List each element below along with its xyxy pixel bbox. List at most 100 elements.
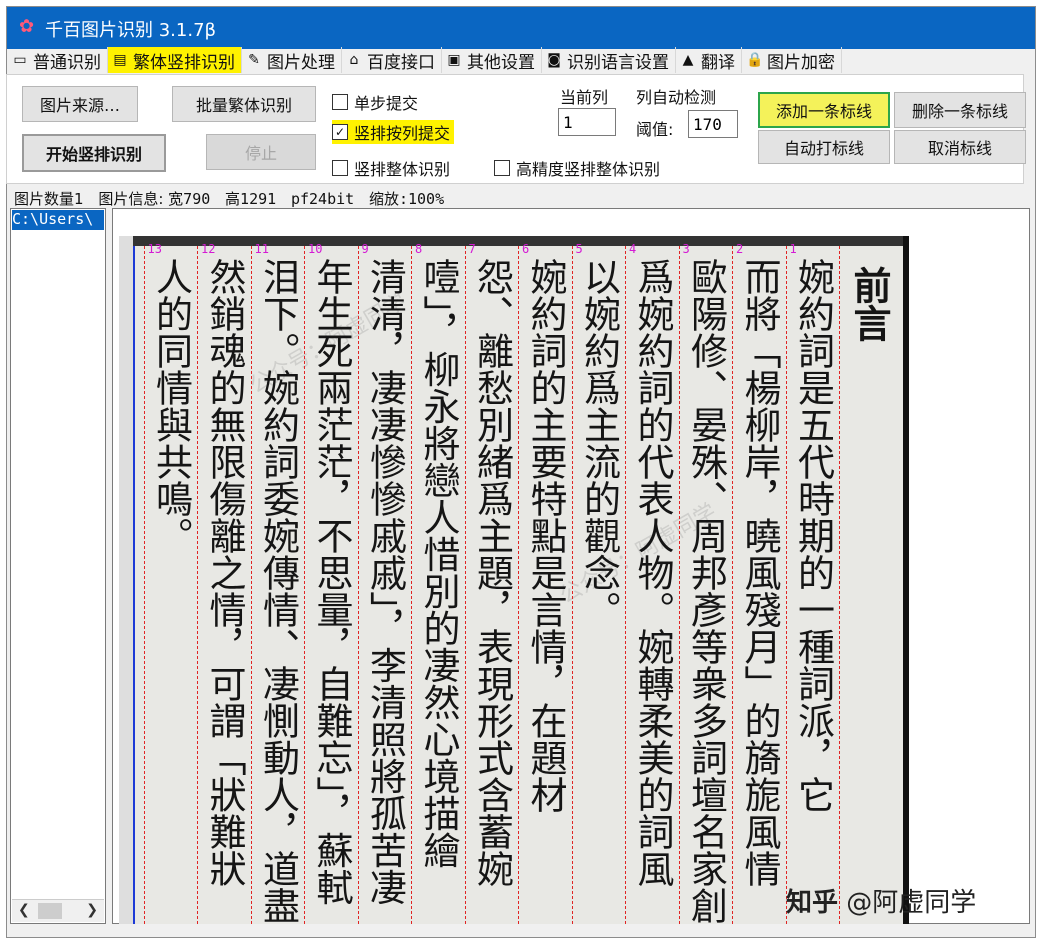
document-column-text: 年生死兩茫茫，不思量，自難忘」，蘇軾: [310, 258, 353, 906]
zhihu-logo-text: 知乎: [786, 888, 839, 918]
document-column-text: 以婉約爲主流的觀念。: [577, 258, 621, 628]
file-list-item[interactable]: C:\Users\: [12, 210, 104, 230]
column-marker-line[interactable]: [839, 246, 840, 924]
column-number: 11: [254, 242, 269, 256]
image-height: 高1291: [225, 190, 277, 208]
document-column-text: 爲婉約詞的代表人物。婉轉柔美的詞風: [631, 258, 674, 887]
checkbox-box[interactable]: ✓: [332, 124, 348, 140]
tab-6[interactable]: ▲ 翻译: [676, 47, 742, 73]
auto-marker-button[interactable]: 自动打标线: [758, 130, 890, 164]
column-number: 4: [629, 242, 637, 256]
column-marker-line[interactable]: [250, 246, 252, 924]
column-marker-line[interactable]: [143, 246, 145, 924]
batch-traditional-button[interactable]: 批量繁体识别: [172, 86, 316, 122]
column-marker-line[interactable]: [304, 246, 305, 924]
stop-button[interactable]: 停止: [206, 134, 316, 170]
tab-bar: ▭ 普通识别 ▤ 繁体竖排识别 ✎ 图片处理 ⌂ 百度接口 ▣ 其他设置 ◙ 识别语言设置 ▲ 翻译 🔒 图片…: [8, 46, 842, 74]
tab-label: 繁体竖排识别: [133, 52, 235, 73]
column-marker-line[interactable]: [464, 246, 466, 924]
column-marker-line[interactable]: [357, 246, 359, 924]
tab-3[interactable]: ⌂ 百度接口: [342, 47, 442, 73]
tab-1[interactable]: ▤ 繁体竖排识别: [108, 47, 242, 73]
image-format: pf24bit: [290, 190, 355, 208]
document-column-text: 清清，凄凄慘慘戚戚」，李清照將孤苦凄: [363, 258, 407, 906]
tab-4[interactable]: ▣ 其他设置: [442, 47, 542, 73]
column-marker-line[interactable]: [518, 246, 519, 924]
tab-label: 识别语言设置: [567, 52, 669, 73]
column-marker-line[interactable]: [197, 246, 198, 924]
document-column-text: 噎」，柳永將戀人惜別的凄然心境描繪: [417, 258, 460, 869]
whole-vertical-label: 竖排整体识别: [354, 160, 451, 179]
column-marker-line[interactable]: [625, 246, 626, 924]
column-number: 12: [201, 242, 216, 256]
add-marker-button[interactable]: 添加一条标线: [758, 92, 890, 128]
image-zoom: 缩放:100%: [368, 190, 445, 208]
column-number: 9: [361, 242, 369, 256]
single-step-label: 单步提交: [354, 94, 419, 113]
column-number: 2: [736, 242, 744, 256]
document-image[interactable]: 前言 公众号：阿虚同学 公众号：阿虚同学 1 婉約詞是五代時期的一種詞派，它 2 而將…: [119, 236, 909, 924]
hp-whole-vertical-checkbox[interactable]: 高精度竖排整体识别: [494, 156, 660, 180]
image-width: 宽790: [168, 190, 211, 208]
column-marker-line[interactable]: [678, 246, 680, 924]
horizontal-scrollbar[interactable]: ❮ ❯: [12, 899, 104, 922]
column-number: 3: [682, 242, 690, 256]
threshold-input[interactable]: [688, 110, 738, 138]
whole-vertical-checkbox[interactable]: 竖排整体识别: [332, 156, 450, 180]
tab-2[interactable]: ✎ 图片处理: [242, 47, 342, 73]
checkbox-box[interactable]: [494, 160, 510, 176]
translate-icon: ▲: [682, 52, 694, 68]
tab-0[interactable]: ▭ 普通识别: [8, 47, 108, 73]
image-count: 图片数量1: [14, 190, 84, 208]
scroll-thumb[interactable]: [38, 903, 62, 919]
page-edge-left: [119, 236, 133, 924]
column-boundary-line[interactable]: [133, 246, 135, 924]
tab-label: 图片处理: [267, 52, 335, 73]
scroll-right-icon[interactable]: ❯: [86, 902, 98, 918]
column-marker-line[interactable]: [411, 246, 412, 924]
tab-7[interactable]: 🔒 图片加密: [742, 47, 842, 73]
threshold-label: 阈值:: [636, 120, 674, 139]
settings-doc-icon: ▣: [447, 52, 461, 68]
column-number: 5: [575, 242, 583, 256]
hp-whole-vertical-label: 高精度竖排整体识别: [516, 160, 661, 179]
cancel-marker-button[interactable]: 取消标线: [894, 130, 1026, 164]
delete-marker-button[interactable]: 删除一条标线: [894, 92, 1026, 128]
zhihu-watermark: 知乎 @阿虚同学: [786, 882, 976, 919]
image-info-label: 图片信息:: [98, 190, 164, 208]
document-column-text: 婉約詞是五代時期的一種詞派，它: [791, 258, 835, 813]
document-column-text: 人的同情與共鳴。: [149, 258, 193, 554]
network-icon: ⌂: [349, 52, 359, 68]
column-marker-line[interactable]: [571, 246, 573, 924]
tab-label: 翻译: [701, 52, 735, 73]
window-title: 千百图片识别 3.1.7β: [45, 20, 217, 41]
tab-label: 普通识别: [33, 52, 101, 73]
column-number: 13: [147, 242, 162, 256]
column-number: 10: [308, 242, 323, 256]
column-number: 1: [789, 242, 797, 256]
zhihu-handle: @阿虚同学: [846, 888, 977, 918]
scroll-left-icon[interactable]: ❮: [18, 902, 30, 918]
column-marker-line[interactable]: [732, 246, 733, 924]
title-bar: ✿ 千百图片识别 3.1.7β: [7, 7, 1035, 49]
monitor-icon: ▭: [13, 52, 27, 68]
submit-by-column-checkbox[interactable]: ✓ 竖排按列提交: [332, 120, 455, 144]
file-list[interactable]: C:\Users\ ❮ ❯: [10, 208, 106, 924]
checkbox-box[interactable]: [332, 160, 348, 176]
current-column-input[interactable]: [558, 108, 616, 136]
start-vertical-button[interactable]: 开始竖排识别: [22, 134, 166, 172]
column-number: 6: [522, 242, 530, 256]
single-step-checkbox[interactable]: 单步提交: [332, 90, 418, 114]
auto-detect-label: 列自动检测: [636, 88, 717, 107]
checkbox-box[interactable]: [332, 94, 348, 110]
tab-5[interactable]: ◙ 识别语言设置: [542, 47, 676, 73]
tab-label: 百度接口: [367, 52, 435, 73]
document-icon: ▤: [113, 52, 127, 68]
page-edge-right: [903, 236, 909, 924]
document-column-text: 泪下。婉約詞委婉傳情、凄惻動人，道盡: [256, 258, 300, 924]
document-column-text: 婉約詞的主要特點是言情，在題材: [524, 258, 567, 813]
column-number: 8: [415, 242, 423, 256]
column-marker-line[interactable]: [785, 246, 787, 924]
edit-image-icon: ✎: [248, 52, 260, 68]
image-source-button[interactable]: 图片来源…: [22, 86, 138, 122]
